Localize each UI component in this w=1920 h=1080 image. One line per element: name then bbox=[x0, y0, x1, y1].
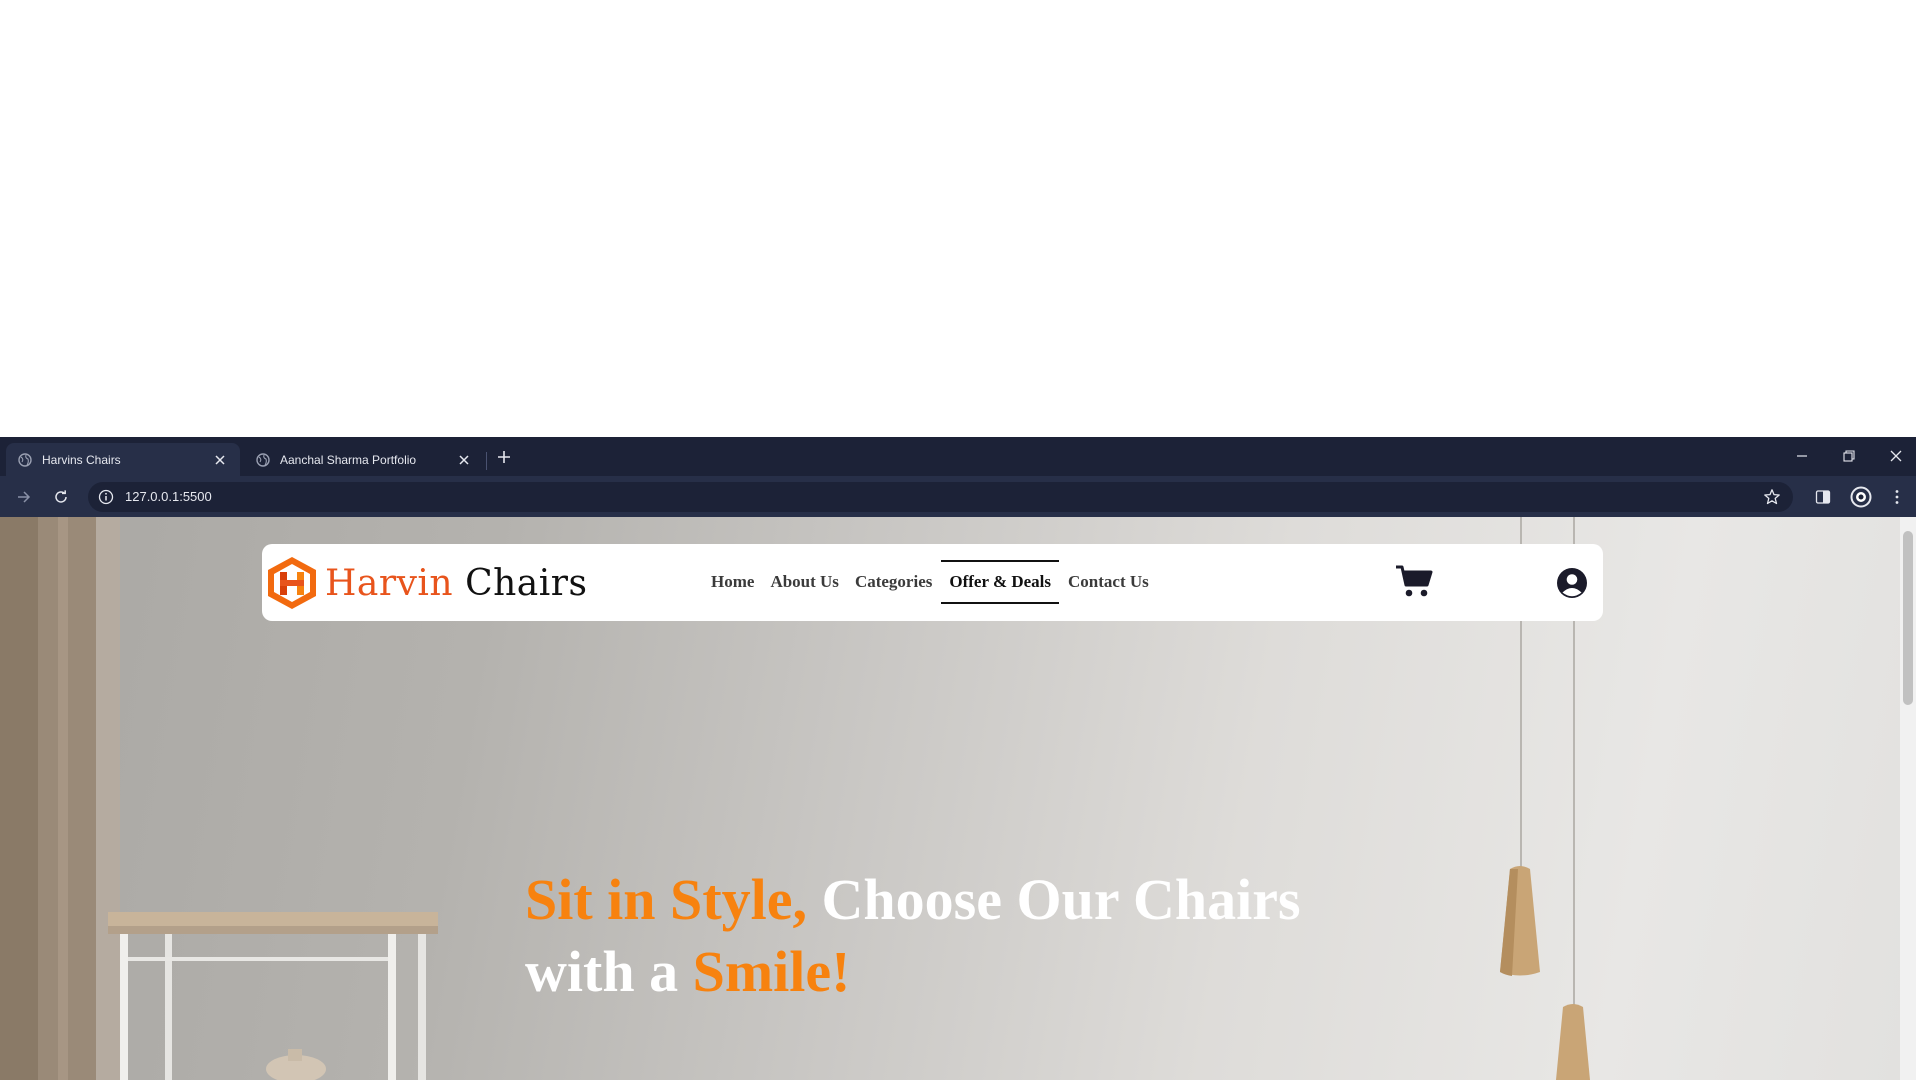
nav-contact-us[interactable]: Contact Us bbox=[1060, 562, 1157, 602]
minimize-icon[interactable] bbox=[1787, 445, 1817, 467]
globe-icon bbox=[256, 452, 270, 467]
browser-window: Harvins Chairs Aanchal Sharma Portfolio bbox=[0, 437, 1916, 1080]
brand-name: Harvin Chairs bbox=[325, 563, 587, 604]
headline-part-3: Smile! bbox=[692, 939, 851, 1004]
profile-icon[interactable] bbox=[1848, 484, 1874, 510]
browser-toolbar: 127.0.0.1:5500 bbox=[0, 476, 1916, 517]
site-navbar: Harvin Chairs Home About Us Categories O… bbox=[262, 544, 1603, 621]
page-viewport: Harvin Chairs Home About Us Categories O… bbox=[0, 517, 1900, 1080]
reload-icon[interactable] bbox=[48, 484, 74, 510]
menu-kebab-icon[interactable] bbox=[1884, 484, 1910, 510]
brand[interactable]: Harvin Chairs bbox=[265, 555, 587, 611]
tab-aanchal-sharma-portfolio[interactable]: Aanchal Sharma Portfolio bbox=[244, 443, 484, 476]
close-tab-icon[interactable] bbox=[456, 452, 472, 468]
nav-about-us[interactable]: About Us bbox=[762, 562, 847, 602]
bookmark-star-icon[interactable] bbox=[1763, 488, 1781, 506]
new-tab-icon[interactable] bbox=[494, 447, 514, 467]
nav-offer-and-deals[interactable]: Offer & Deals bbox=[941, 560, 1060, 604]
hero-headline: Sit in Style, Choose Our Chairs with a S… bbox=[525, 864, 1325, 1008]
address-bar[interactable]: 127.0.0.1:5500 bbox=[88, 482, 1793, 512]
nav-home[interactable]: Home bbox=[703, 562, 762, 602]
scrollbar-thumb[interactable] bbox=[1903, 531, 1913, 705]
nav-categories[interactable]: Categories bbox=[847, 562, 940, 602]
tab-title: Harvins Chairs bbox=[42, 452, 121, 467]
cart-icon[interactable] bbox=[1395, 564, 1433, 598]
blank-area-above-window bbox=[0, 0, 1920, 437]
brand-word-harvin: Harvin bbox=[325, 562, 454, 604]
tab-harvins-chairs[interactable]: Harvins Chairs bbox=[6, 443, 240, 476]
restore-icon[interactable] bbox=[1834, 445, 1864, 467]
tab-separator bbox=[486, 452, 487, 470]
forward-icon[interactable] bbox=[11, 484, 37, 510]
tab-title: Aanchal Sharma Portfolio bbox=[280, 452, 417, 467]
brand-word-chairs: Chairs bbox=[465, 562, 588, 604]
user-circle-icon[interactable] bbox=[1556, 567, 1588, 599]
nav-links: Home About Us Categories Offer & Deals C… bbox=[703, 560, 1157, 604]
tab-strip: Harvins Chairs Aanchal Sharma Portfolio bbox=[0, 437, 1916, 476]
hero-section: Harvin Chairs Home About Us Categories O… bbox=[0, 517, 1900, 1080]
headline-part-1: Sit in Style, bbox=[525, 867, 807, 932]
close-window-icon[interactable] bbox=[1881, 445, 1911, 467]
site-info-icon[interactable] bbox=[98, 489, 114, 505]
url-text: 127.0.0.1:5500 bbox=[125, 489, 212, 504]
side-panel-icon[interactable] bbox=[1810, 484, 1836, 510]
close-tab-icon[interactable] bbox=[212, 452, 228, 468]
hexagon-h-logo-icon bbox=[265, 555, 319, 611]
page-scrollbar[interactable] bbox=[1900, 517, 1916, 1080]
globe-icon bbox=[18, 452, 32, 467]
